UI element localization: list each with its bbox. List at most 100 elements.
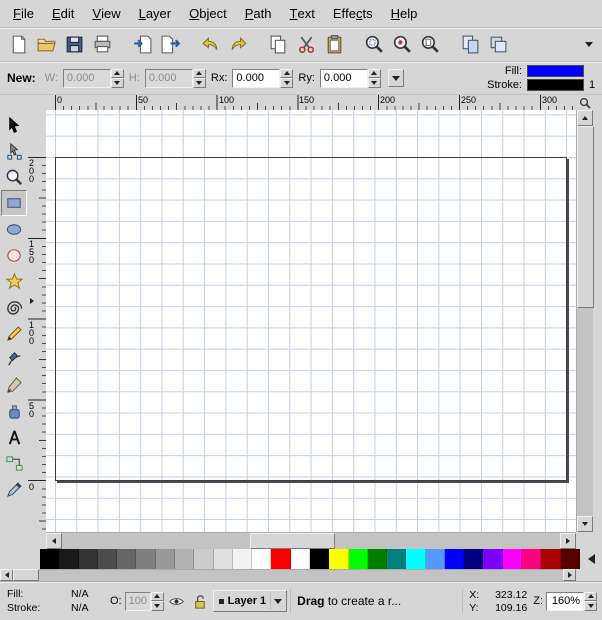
color-palette[interactable] (40, 549, 580, 569)
palette-swatch[interactable] (40, 549, 59, 569)
palette-swatch[interactable] (291, 549, 310, 569)
zoom-page-button[interactable] (416, 31, 444, 59)
stroke-color-swatch[interactable] (527, 79, 584, 91)
palette-swatch[interactable] (252, 549, 271, 569)
zoom-input[interactable] (546, 592, 584, 611)
zoom-spin-down[interactable] (584, 601, 597, 611)
rectangle-tool-button[interactable] (1, 190, 27, 216)
ry-spinbox[interactable] (320, 69, 381, 88)
paste-button[interactable] (320, 31, 348, 59)
menu-view[interactable]: View (83, 0, 129, 27)
palette-swatch[interactable] (349, 549, 368, 569)
clone-button[interactable] (484, 31, 512, 59)
calligraphy-tool-button[interactable] (1, 372, 27, 398)
fill-stroke-status[interactable]: Fill: N/A Stroke: N/A (3, 588, 107, 614)
node-tool-button[interactable] (1, 138, 27, 164)
hscroll-trough[interactable] (62, 533, 560, 549)
save-document-button[interactable] (60, 31, 88, 59)
vscroll-trough[interactable] (577, 126, 593, 516)
palette-scrollbar[interactable] (0, 569, 602, 581)
rx-spin-up[interactable] (280, 69, 293, 79)
scroll-left-button[interactable] (46, 533, 62, 549)
width-spin-down[interactable] (111, 78, 124, 88)
scroll-down-button[interactable] (577, 516, 593, 532)
palette-swatch[interactable] (464, 549, 483, 569)
horizontal-ruler[interactable]: 0 50 100 150 200 250 300 (46, 95, 576, 110)
palette-swatch[interactable] (541, 549, 560, 569)
pencil-tool-button[interactable] (1, 320, 27, 346)
hscroll-thumb[interactable] (250, 533, 335, 549)
menu-file[interactable]: File (4, 0, 43, 27)
horizontal-scrollbar[interactable] (46, 532, 576, 549)
height-spin-down[interactable] (193, 78, 206, 88)
palette-scroll-thumb[interactable] (13, 569, 39, 581)
ellipse-tool-button[interactable] (1, 216, 27, 242)
palette-scroll-left-button[interactable] (0, 569, 13, 581)
zoom-spinbox[interactable] (546, 592, 597, 611)
menu-text[interactable]: Text (281, 0, 324, 27)
zoom-spin-up[interactable] (584, 592, 597, 602)
width-input[interactable] (63, 69, 111, 88)
zoom-selection-button[interactable] (360, 31, 388, 59)
rect-options-dropdown[interactable] (388, 69, 404, 87)
layer-visibility-button[interactable] (167, 591, 187, 611)
export-button[interactable] (156, 31, 184, 59)
toolbar-overflow-button[interactable] (580, 35, 598, 55)
canvas[interactable] (46, 110, 576, 532)
palette-swatch[interactable] (445, 549, 464, 569)
opacity-input[interactable] (125, 592, 151, 611)
palette-swatch[interactable] (406, 549, 425, 569)
open-document-button[interactable] (32, 31, 60, 59)
text-tool-button[interactable] (1, 424, 27, 450)
width-spin-up[interactable] (111, 69, 124, 79)
ry-spin-up[interactable] (368, 69, 381, 79)
import-button[interactable] (128, 31, 156, 59)
height-spinbox[interactable] (145, 69, 206, 88)
layer-dropdown-arrow[interactable] (270, 592, 284, 610)
ry-input[interactable] (320, 69, 368, 88)
undo-button[interactable] (196, 31, 224, 59)
palette-swatch[interactable] (503, 549, 522, 569)
vertical-scrollbar[interactable] (576, 110, 593, 532)
scroll-right-button[interactable] (560, 533, 576, 549)
palette-swatch[interactable] (59, 549, 78, 569)
new-document-button[interactable] (4, 31, 32, 59)
palette-swatch[interactable] (98, 549, 117, 569)
scroll-up-button[interactable] (577, 110, 593, 126)
selector-tool-button[interactable] (1, 112, 27, 138)
palette-swatch[interactable] (156, 549, 175, 569)
palette-swatch[interactable] (214, 549, 233, 569)
print-document-button[interactable] (88, 31, 116, 59)
dropper-tool-button[interactable] (1, 476, 27, 502)
ry-spin-down[interactable] (368, 78, 381, 88)
layer-lock-button[interactable] (190, 591, 210, 611)
palette-swatch[interactable] (233, 549, 252, 569)
menu-path[interactable]: Path (236, 0, 281, 27)
layer-selector[interactable]: Layer 1 (213, 590, 288, 612)
duplicate-button[interactable] (456, 31, 484, 59)
palette-swatch[interactable] (483, 549, 502, 569)
copy-button[interactable] (264, 31, 292, 59)
palette-swatch[interactable] (117, 549, 136, 569)
palette-swatch[interactable] (329, 549, 348, 569)
rx-input[interactable] (232, 69, 280, 88)
rx-spinbox[interactable] (232, 69, 293, 88)
menu-help[interactable]: Help (382, 0, 427, 27)
menu-object[interactable]: Object (180, 0, 236, 27)
menu-effects[interactable]: Effects (324, 0, 382, 27)
zoom-tool-button[interactable] (1, 164, 27, 190)
vscroll-thumb[interactable] (577, 126, 594, 308)
menu-edit[interactable]: Edit (43, 0, 83, 27)
palette-scroll-trough[interactable] (39, 569, 563, 581)
ink-tool-button[interactable] (1, 398, 27, 424)
connector-tool-button[interactable] (1, 450, 27, 476)
width-spinbox[interactable] (63, 69, 124, 88)
palette-swatch[interactable] (368, 549, 387, 569)
vertical-ruler[interactable]: 200 150 100 50 0 (28, 110, 46, 532)
palette-swatch[interactable] (310, 549, 329, 569)
rx-spin-down[interactable] (280, 78, 293, 88)
palette-swatch[interactable] (136, 549, 155, 569)
star-tool-button[interactable] (1, 268, 27, 294)
palette-swatch[interactable] (522, 549, 541, 569)
zoom-corner-button[interactable] (576, 95, 593, 110)
